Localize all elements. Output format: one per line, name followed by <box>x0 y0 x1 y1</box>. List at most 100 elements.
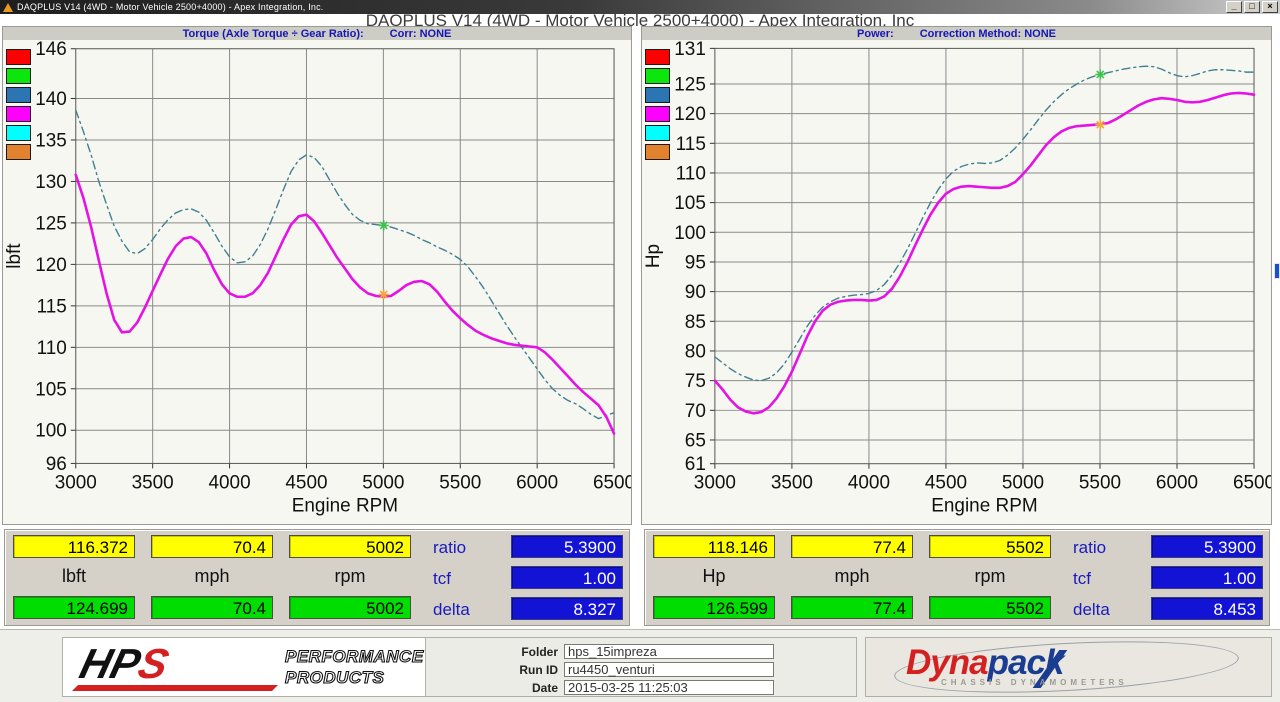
svg-text:5000: 5000 <box>1002 473 1044 494</box>
svg-text:130: 130 <box>35 172 67 193</box>
hps-swoosh <box>72 685 278 691</box>
power-chart-header: Power: Correction Method: NONE <box>642 27 1271 40</box>
svg-text:5500: 5500 <box>1079 473 1121 494</box>
legend-swatch-magenta <box>6 106 31 122</box>
power-correction-label: Correction Method: NONE <box>920 28 1056 40</box>
svg-text:4500: 4500 <box>925 473 967 494</box>
legend-swatch-cyan <box>6 125 31 141</box>
delta-label: delta <box>1073 600 1139 620</box>
dynapack-wordmark: Dynapack <box>906 644 1063 682</box>
torque-reference-value: 124.699 <box>13 596 135 619</box>
hps-wordmark: PERFORMANCE PRODUCTS <box>285 646 424 688</box>
ratio-value: 5.3900 <box>1151 535 1263 558</box>
date-label: Date <box>426 681 564 695</box>
svg-text:125: 125 <box>674 74 706 95</box>
power-header-label: Power: <box>857 28 894 40</box>
legend-swatch-blue <box>645 87 670 103</box>
torque-chart-panel: Torque (Axle Torque ÷ Gear Ratio): Corr:… <box>2 26 632 525</box>
hps-logo-mark: HPS <box>76 644 172 684</box>
svg-text:105: 105 <box>674 193 706 214</box>
hps-logo: HPS PERFORMANCE PRODUCTS <box>62 637 440 697</box>
legend-swatch-cyan <box>645 125 670 141</box>
legend-swatch-green <box>6 68 31 84</box>
ratio-value: 5.3900 <box>511 535 623 558</box>
svg-text:100: 100 <box>674 223 706 244</box>
tcf-label: tcf <box>1073 569 1139 589</box>
run-id-input[interactable]: ru4450_venturi <box>564 662 774 677</box>
svg-text:80: 80 <box>685 341 706 362</box>
rpm-unit-label: rpm <box>929 566 1051 587</box>
svg-text:3500: 3500 <box>132 472 174 493</box>
ratio-label: ratio <box>433 538 499 558</box>
ratio-label: ratio <box>1073 538 1139 558</box>
torque-readout-panel: 116.372 70.4 5002 lbft mph rpm 124.699 7… <box>4 529 630 626</box>
torque-chart-plot[interactable]: 1461401351301251201151101051009630003500… <box>3 40 631 526</box>
power-chart-panel: Power: Correction Method: NONE 131125120… <box>641 26 1272 525</box>
svg-text:6500: 6500 <box>593 472 631 493</box>
torque-correction-label: Corr: NONE <box>390 28 452 40</box>
svg-text:Engine RPM: Engine RPM <box>292 495 398 516</box>
dynapack-pack-text: pack <box>988 643 1064 682</box>
svg-text:Engine RPM: Engine RPM <box>931 496 1037 517</box>
speed-reference-value: 70.4 <box>151 596 273 619</box>
rpm-current-value: 5002 <box>289 535 411 558</box>
channel-legend-swatches <box>6 49 31 163</box>
delta-value: 8.453 <box>1151 597 1263 620</box>
svg-text:4000: 4000 <box>848 473 890 494</box>
svg-text:6000: 6000 <box>1156 473 1198 494</box>
folder-label: Folder <box>426 645 564 659</box>
svg-text:140: 140 <box>35 89 67 110</box>
run-id-label: Run ID <box>426 663 564 677</box>
svg-text:65: 65 <box>685 430 706 451</box>
svg-text:lbft: lbft <box>4 243 25 269</box>
legend-swatch-orange <box>6 144 31 160</box>
torque-current-value: 116.372 <box>13 535 135 558</box>
legend-swatch-orange <box>645 144 670 160</box>
rpm-current-value: 5502 <box>929 535 1051 558</box>
tcf-label: tcf <box>433 569 499 589</box>
svg-text:6500: 6500 <box>1233 473 1271 494</box>
date-input[interactable]: 2015-03-25 11:25:03 <box>564 680 774 695</box>
svg-text:100: 100 <box>35 421 67 442</box>
folder-input[interactable]: hps_15impreza <box>564 644 774 659</box>
tcf-value: 1.00 <box>511 566 623 589</box>
channel-legend-swatches <box>645 49 670 163</box>
svg-text:115: 115 <box>37 296 67 317</box>
svg-text:70: 70 <box>685 401 706 422</box>
power-chart-plot[interactable]: 1311251201151101051009590858075706561300… <box>642 40 1271 526</box>
run-info-panel: Folder hps_15impreza Run ID ru4450_ventu… <box>425 637 857 697</box>
svg-text:110: 110 <box>37 338 67 359</box>
svg-text:110: 110 <box>676 163 706 184</box>
legend-swatch-red <box>6 49 31 65</box>
legend-swatch-magenta <box>645 106 670 122</box>
footer-bar: HPS PERFORMANCE PRODUCTS Folder hps_15im… <box>0 629 1280 702</box>
svg-text:90: 90 <box>685 282 706 303</box>
speed-unit-label: mph <box>151 566 273 587</box>
svg-text:3500: 3500 <box>771 473 813 494</box>
rpm-reference-value: 5502 <box>929 596 1051 619</box>
svg-text:131: 131 <box>674 40 706 60</box>
svg-text:6000: 6000 <box>516 472 558 493</box>
torque-unit-label: lbft <box>13 566 135 587</box>
speed-unit-label: mph <box>791 566 913 587</box>
tcf-value: 1.00 <box>1151 566 1263 589</box>
svg-text:5500: 5500 <box>439 472 481 493</box>
rpm-reference-value: 5002 <box>289 596 411 619</box>
svg-text:5000: 5000 <box>362 472 404 493</box>
svg-text:85: 85 <box>685 312 706 333</box>
power-unit-label: Hp <box>653 566 775 587</box>
speed-current-value: 77.4 <box>791 535 913 558</box>
background-window-sliver <box>1274 263 1280 279</box>
legend-swatch-green <box>645 68 670 84</box>
delta-label: delta <box>433 600 499 620</box>
power-reference-value: 126.599 <box>653 596 775 619</box>
svg-text:125: 125 <box>35 213 67 234</box>
svg-text:135: 135 <box>35 130 67 151</box>
torque-header-label: Torque (Axle Torque ÷ Gear Ratio): <box>183 28 364 40</box>
speed-reference-value: 77.4 <box>791 596 913 619</box>
legend-swatch-blue <box>6 87 31 103</box>
svg-text:4000: 4000 <box>209 472 251 493</box>
speed-current-value: 70.4 <box>151 535 273 558</box>
torque-chart-header: Torque (Axle Torque ÷ Gear Ratio): Corr:… <box>3 27 631 40</box>
dynapack-logo: Dynapack CHASSIS DYNAMOMETERS <box>865 637 1272 697</box>
